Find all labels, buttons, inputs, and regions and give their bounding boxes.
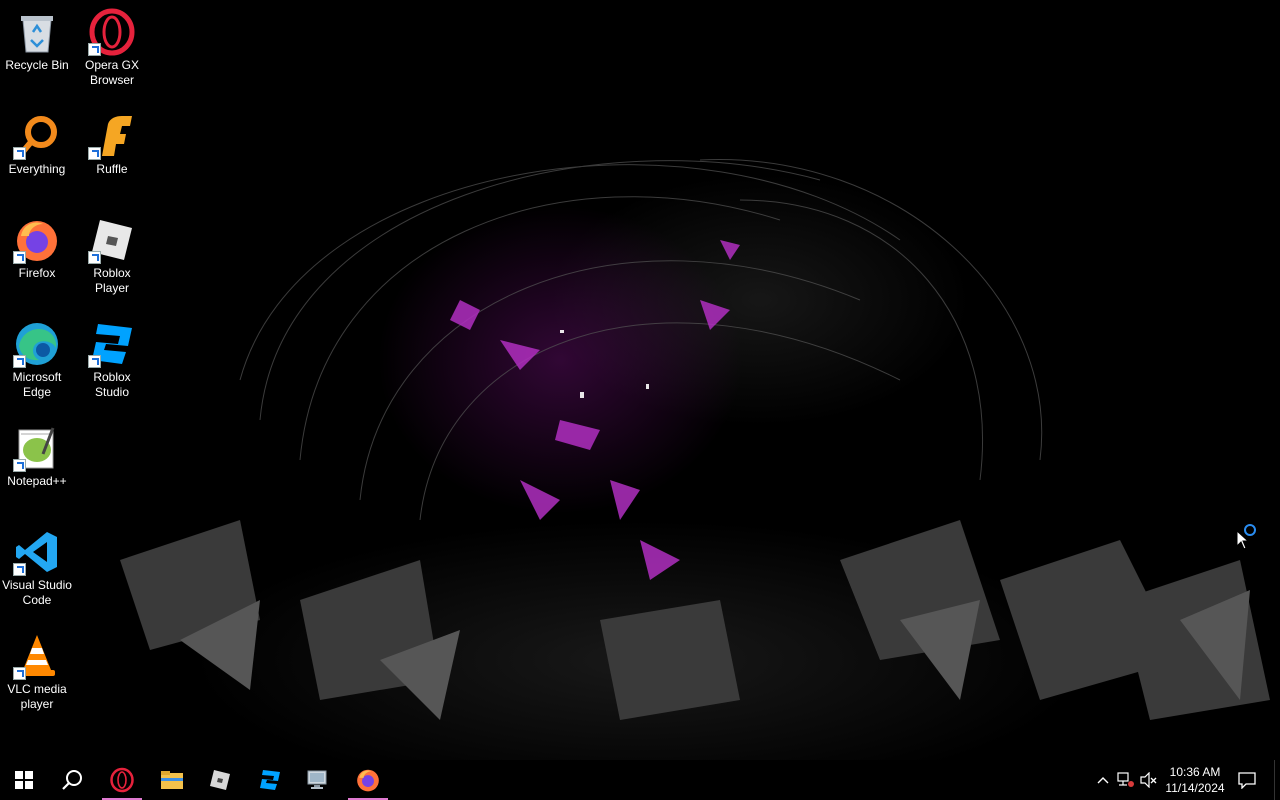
volume-muted-icon xyxy=(1140,772,1157,788)
volume-button[interactable] xyxy=(1138,760,1160,800)
desktop-icon-opera-gx[interactable]: Opera GX Browser xyxy=(75,6,149,88)
desktop-icon-edge[interactable]: Microsoft Edge xyxy=(0,318,74,400)
network-disconnected-icon xyxy=(1117,772,1134,787)
recycle-bin-icon xyxy=(13,8,61,56)
shortcut-arrow-icon xyxy=(13,563,26,576)
firefox-icon xyxy=(357,769,379,792)
desktop[interactable]: Recycle Bin Opera GX Browser Everything … xyxy=(0,0,1280,760)
computer-icon xyxy=(307,770,327,789)
desktop-icon-label: Firefox xyxy=(18,266,56,280)
desktop-icon-everything[interactable]: Everything xyxy=(0,110,74,177)
shortcut-arrow-icon xyxy=(13,355,26,368)
file-explorer-icon xyxy=(161,771,183,789)
desktop-icon-firefox[interactable]: Firefox xyxy=(0,214,74,281)
action-center-icon xyxy=(1238,772,1256,789)
mouse-cursor-icon xyxy=(1236,530,1250,550)
shortcut-arrow-icon xyxy=(88,147,101,160)
show-hidden-icons-button[interactable] xyxy=(1092,760,1114,800)
taskbar-computer[interactable] xyxy=(294,760,342,800)
taskbar: 10:36 AM 11/14/2024 xyxy=(0,760,1280,800)
opera-gx-icon xyxy=(110,767,134,793)
taskbar-roblox-studio[interactable] xyxy=(246,760,294,800)
show-desktop-button[interactable] xyxy=(1274,760,1280,800)
wallpaper xyxy=(120,159,1270,720)
desktop-icon-label: Recycle Bin xyxy=(5,58,69,72)
desktop-icon-vscode[interactable]: Visual Studio Code xyxy=(0,526,74,608)
vscode-icon xyxy=(13,528,61,576)
desktop-icon-recycle-bin[interactable]: Recycle Bin xyxy=(0,6,74,73)
windows-start-icon xyxy=(15,771,33,789)
search-icon xyxy=(62,770,82,790)
ruffle-icon xyxy=(88,112,136,160)
roblox-studio-icon xyxy=(88,320,136,368)
desktop-icon-label: Microsoft Edge xyxy=(12,370,62,399)
roblox-player-icon xyxy=(88,216,136,264)
start-button[interactable] xyxy=(0,760,48,800)
edge-icon xyxy=(13,320,61,368)
notepadpp-icon xyxy=(13,424,61,472)
desktop-icon-label: Notepad++ xyxy=(7,474,67,488)
desktop-icon-label: Roblox Player xyxy=(93,266,131,295)
shortcut-arrow-icon xyxy=(13,459,26,472)
desktop-icon-label: VLC media player xyxy=(7,682,67,711)
desktop-icon-label: Ruffle xyxy=(96,162,128,176)
desktop-icon-label: Everything xyxy=(8,162,66,176)
taskbar-opera-gx[interactable] xyxy=(98,760,146,800)
action-center-button[interactable] xyxy=(1230,760,1264,800)
shortcut-arrow-icon xyxy=(88,43,101,56)
desktop-icon-notepadpp[interactable]: Notepad++ xyxy=(0,422,74,489)
desktop-icon-ruffle[interactable]: Ruffle xyxy=(75,110,149,177)
network-button[interactable] xyxy=(1114,760,1138,800)
shortcut-arrow-icon xyxy=(13,251,26,264)
desktop-icon-label: Visual Studio Code xyxy=(2,578,72,607)
opera-gx-icon xyxy=(88,8,136,56)
everything-search-icon xyxy=(13,112,61,160)
desktop-icon-label: Opera GX Browser xyxy=(84,58,140,87)
vlc-icon xyxy=(13,632,61,680)
taskbar-file-explorer[interactable] xyxy=(148,760,196,800)
desktop-icon-roblox-player[interactable]: Roblox Player xyxy=(75,214,149,296)
shortcut-arrow-icon xyxy=(88,251,101,264)
taskbar-clock[interactable]: 10:36 AM 11/14/2024 xyxy=(1160,760,1230,800)
desktop-icon-label: Roblox Studio xyxy=(93,370,131,399)
taskbar-roblox-player[interactable] xyxy=(196,760,244,800)
desktop-icons: Recycle Bin Opera GX Browser Everything … xyxy=(0,0,160,740)
clock-time: 10:36 AM xyxy=(1169,765,1221,779)
search-button[interactable] xyxy=(48,760,96,800)
clock-date: 11/14/2024 xyxy=(1165,781,1225,795)
shortcut-arrow-icon xyxy=(13,667,26,680)
chevron-up-icon xyxy=(1097,777,1109,784)
shortcut-arrow-icon xyxy=(88,355,101,368)
taskbar-firefox[interactable] xyxy=(344,760,392,800)
roblox-studio-icon xyxy=(260,770,280,790)
desktop-icon-roblox-studio[interactable]: Roblox Studio xyxy=(75,318,149,400)
roblox-player-icon xyxy=(210,770,230,790)
desktop-icon-vlc[interactable]: VLC media player xyxy=(0,630,74,712)
shortcut-arrow-icon xyxy=(13,147,26,160)
firefox-icon xyxy=(13,216,61,264)
